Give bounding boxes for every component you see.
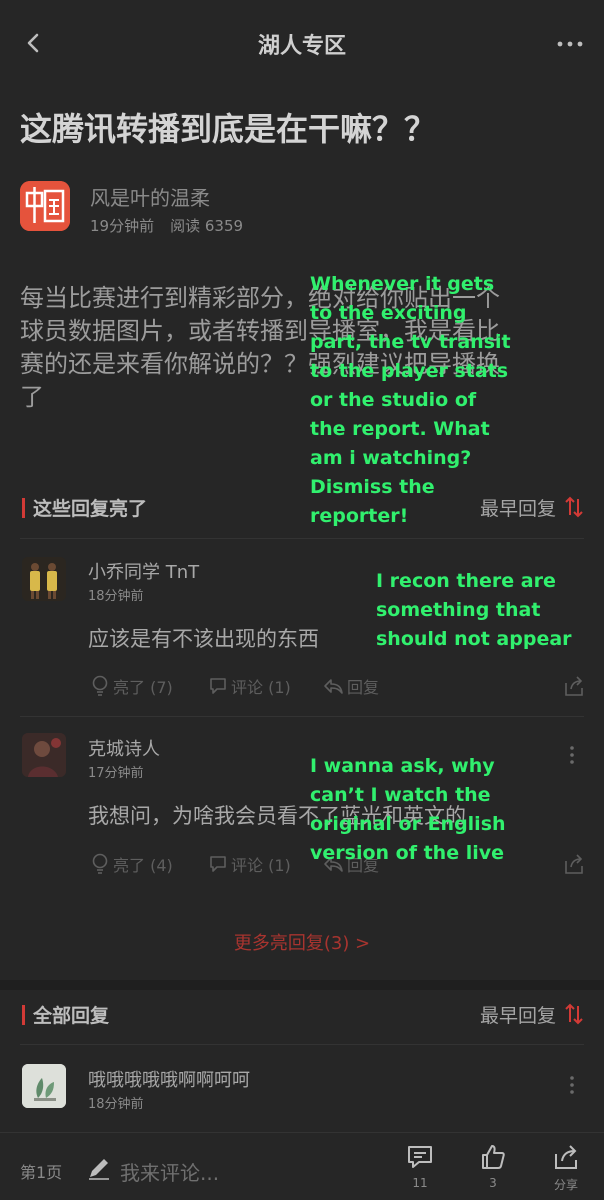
annotation-translation-3: I wanna ask, why can’t I watch the origi… (310, 752, 506, 868)
comment-actions: 亮了 (7) 评论 (1) 回复 (90, 673, 590, 699)
person-photo-icon (22, 733, 66, 777)
pencil-icon (89, 1159, 109, 1180)
like-button[interactable]: 亮了 (4) (90, 851, 173, 877)
annotation-line: to the exciting (310, 302, 467, 324)
comments-button[interactable]: 11 (398, 1143, 442, 1195)
like-button[interactable]: 亮了 (7) (90, 673, 173, 699)
annotation-line: reporter! (310, 505, 409, 527)
section-label: 全部回复 (33, 1005, 110, 1027)
commenter-avatar[interactable] (22, 1064, 66, 1108)
comment-time: 18分钟前 (88, 1097, 144, 1112)
annotation-translation-1: Whenever it gets to the exciting part, t… (310, 270, 511, 531)
annotation-line: or the studio of (310, 389, 477, 411)
annotation-line: version of the live (310, 842, 504, 864)
lightbulb-icon (92, 675, 108, 696)
annotation-line: Dismiss the (310, 476, 435, 498)
like-post-button[interactable]: 3 (471, 1143, 515, 1195)
reply-arrow-icon (324, 679, 343, 694)
like-count: 亮了 (4) (113, 856, 173, 875)
sort-icon[interactable] (564, 1002, 584, 1026)
commenter-name[interactable]: 小乔同学 TnT (88, 558, 199, 584)
share-icon[interactable] (562, 673, 586, 699)
share-icon (555, 1145, 577, 1169)
divider-line (20, 538, 584, 539)
china-logo-icon (20, 181, 70, 231)
post-title: 这腾讯转播到底是在干嘛？？ (20, 110, 437, 148)
thumbs-up-icon (482, 1145, 505, 1169)
like-total: 3 (489, 1176, 497, 1190)
kebab-menu-icon[interactable] (562, 743, 582, 767)
annotation-line: should not appear (376, 628, 572, 650)
page-title: 湖人专区 (257, 34, 346, 59)
comment-count: 评论 (1) (231, 856, 291, 875)
plant-image-icon (22, 1064, 66, 1108)
share-button[interactable]: 分享 (544, 1143, 588, 1195)
comment-button[interactable]: 评论 (1) (208, 673, 291, 699)
annotation-translation-2: I recon there are something that should … (376, 567, 572, 654)
annotation-line: original or English (310, 813, 506, 835)
commenter-avatar[interactable] (22, 733, 66, 777)
more-replies-link[interactable]: 更多亮回复(3) > (0, 929, 604, 955)
annotation-line: part, the tv transit (310, 331, 511, 353)
bottom-bar: 第1页 我来评论... 11 3 分享 (0, 1132, 604, 1200)
like-count: 亮了 (7) (113, 678, 173, 697)
kebab-menu-icon[interactable] (562, 1073, 582, 1097)
lightbulb-icon (92, 853, 108, 874)
commenter-name[interactable]: 克城诗人 (88, 735, 160, 761)
sort-button[interactable]: 最早回复 (480, 1001, 556, 1028)
more-dots-icon[interactable] (550, 28, 590, 58)
section-label: 这些回复亮了 (33, 498, 148, 520)
annotation-line: can’t I watch the (310, 784, 491, 806)
share-icon[interactable] (562, 851, 586, 877)
comment-bubble-icon (210, 856, 226, 872)
players-photo-icon (22, 557, 66, 601)
comment-input[interactable]: 我来评论... (120, 1157, 219, 1186)
post-meta: 19分钟前 阅读 6359 (90, 215, 243, 236)
post-time: 19分钟前 (90, 217, 155, 235)
read-count: 阅读 6359 (170, 217, 244, 235)
annotation-line: am i watching? (310, 447, 472, 469)
annotation-line: to the player stats (310, 360, 509, 382)
commenter-avatar[interactable] (22, 557, 66, 601)
divider-line (20, 716, 584, 717)
comment-button[interactable]: 评论 (1) (208, 851, 291, 877)
reply-label: 回复 (347, 678, 380, 697)
annotation-line: I recon there are (376, 570, 556, 592)
comment-time: 18分钟前 (88, 589, 144, 604)
annotation-line: something that (376, 599, 541, 621)
page-indicator[interactable]: 第1页 (20, 1159, 62, 1183)
reply-button[interactable]: 回复 (322, 673, 379, 699)
comment-total: 11 (412, 1176, 428, 1190)
commenter-name[interactable]: 哦哦哦哦哦啊啊呵呵 (88, 1066, 250, 1092)
sort-icon[interactable] (564, 495, 584, 519)
author-avatar[interactable] (20, 181, 70, 231)
annotation-line: Whenever it gets (310, 273, 495, 295)
comment-time: 17分钟前 (88, 766, 144, 781)
divider-line (20, 1044, 584, 1045)
comment-bubble-icon (408, 1146, 432, 1168)
all-replies-header: 全部回复 最早回复 (0, 1001, 604, 1031)
comment-bubble-icon (210, 678, 226, 694)
section-marker (22, 1005, 25, 1025)
annotation-line: the report. What (310, 418, 490, 440)
annotation-line: I wanna ask, why (310, 755, 495, 777)
share-label: 分享 (553, 1178, 578, 1192)
section-marker (22, 498, 25, 518)
top-bar: 湖人专区 (0, 0, 604, 88)
comment-count: 评论 (1) (231, 678, 291, 697)
hot-replies-header: 这些回复亮了 最早回复 (0, 494, 604, 524)
author-name[interactable]: 风是叶的温柔 (90, 182, 210, 211)
section-divider (0, 980, 604, 990)
comment-text: 应该是有不该出现的东西 (88, 627, 319, 651)
